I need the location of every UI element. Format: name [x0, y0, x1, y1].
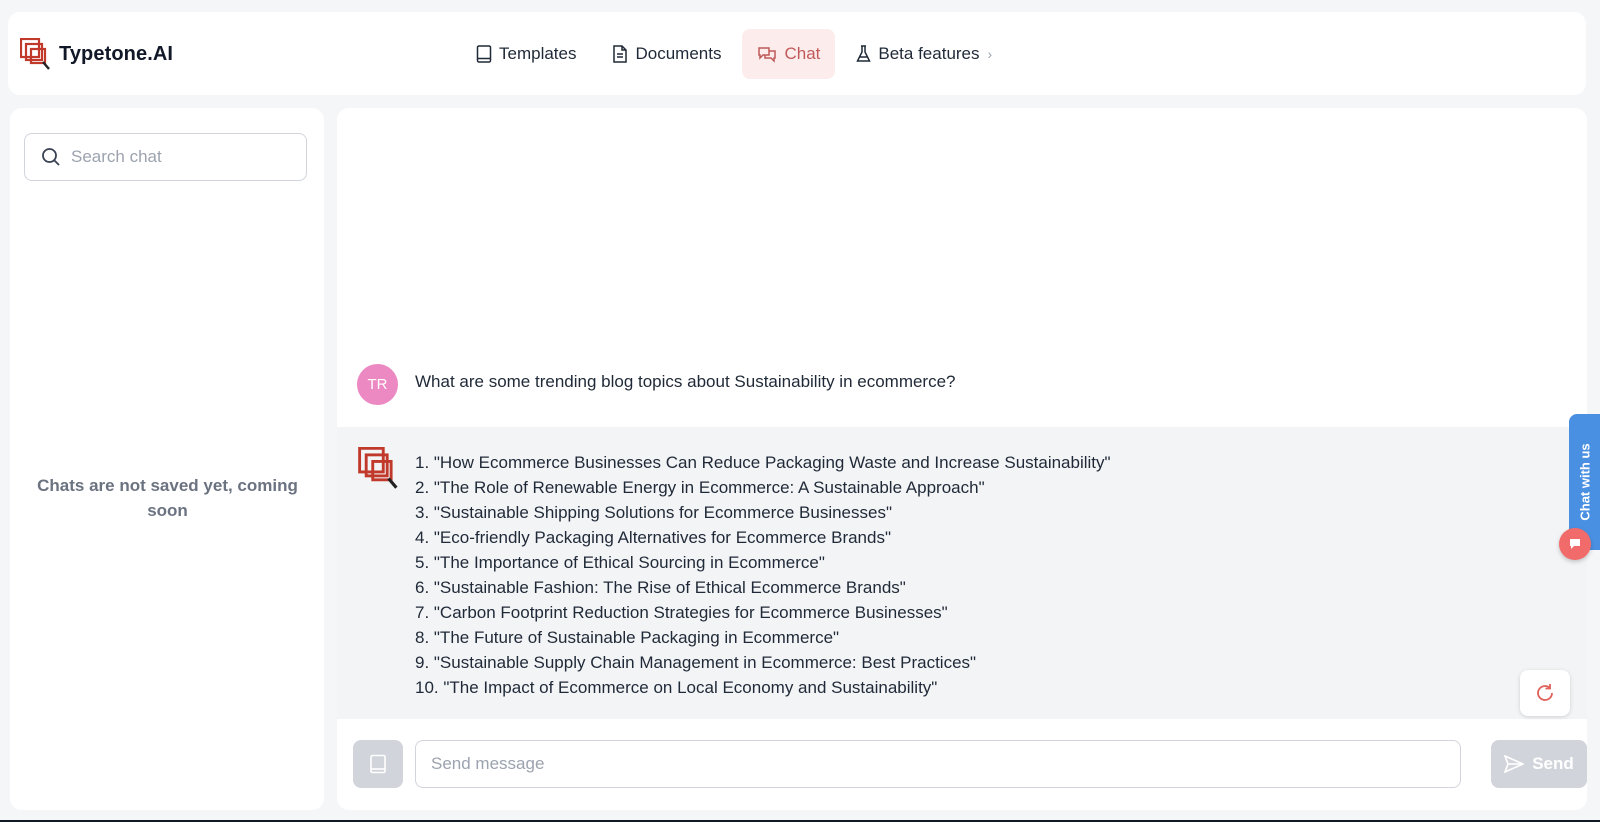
chevron-right-icon: ›	[987, 46, 993, 62]
list-item: 2. "The Role of Renewable Energy in Ecom…	[415, 478, 985, 497]
send-icon	[1504, 755, 1525, 773]
list-item: 7. "Carbon Footprint Reduction Strategie…	[415, 603, 948, 622]
nav-templates-label: Templates	[499, 44, 577, 63]
document-icon	[613, 45, 628, 63]
user-message-text: What are some trending blog topics about…	[415, 372, 956, 391]
search-icon	[42, 148, 60, 166]
search-box[interactable]	[24, 133, 307, 181]
nav-documents[interactable]: Documents	[597, 29, 736, 79]
search-input[interactable]	[71, 147, 281, 167]
chats-empty-note: Chats are not saved yet, coming soon	[37, 476, 298, 520]
list-item: 8. "The Future of Sustainable Packaging …	[415, 628, 840, 647]
assistant-topic-list: 1. "How Ecommerce Businesses Can Reduce …	[415, 450, 1111, 700]
chat-with-us-label: Chat with us	[1577, 443, 1592, 521]
template-picker-button[interactable]	[353, 740, 403, 788]
chat-icon	[758, 47, 777, 63]
nav-templates[interactable]: Templates	[461, 29, 591, 79]
brand-name: Typetone.AI	[59, 42, 174, 65]
list-item: 4. "Eco-friendly Packaging Alternatives …	[415, 528, 891, 547]
send-button-label: Send	[1532, 754, 1574, 773]
nav-documents-label: Documents	[635, 44, 722, 63]
nav-chat[interactable]: Chat	[742, 29, 836, 79]
nav-chat-label: Chat	[784, 44, 821, 63]
book-icon	[476, 45, 492, 63]
main-nav: Templates Documents Chat Beta features ›	[461, 29, 1013, 79]
typetone-logo-icon	[20, 38, 50, 70]
top-header: Typetone.AI Templates Documents Chat Bet…	[8, 12, 1586, 95]
assistant-message: 1. "How Ecommerce Businesses Can Reduce …	[337, 427, 1587, 719]
regenerate-button[interactable]	[1520, 670, 1570, 716]
list-item: 1. "How Ecommerce Businesses Can Reduce …	[415, 453, 1111, 472]
list-item: 6. "Sustainable Fashion: The Rise of Eth…	[415, 578, 906, 597]
assistant-logo-icon	[358, 447, 398, 489]
support-chat-bubble[interactable]	[1559, 528, 1591, 560]
flask-icon	[856, 45, 872, 62]
nav-beta-features-label: Beta features	[878, 44, 980, 63]
user-avatar: TR	[357, 364, 398, 405]
chat-panel: TR What are some trending blog topics ab…	[337, 108, 1587, 810]
refresh-icon	[1537, 684, 1553, 701]
message-input[interactable]	[415, 740, 1461, 788]
list-item: 10. "The Impact of Ecommerce on Local Ec…	[415, 678, 938, 697]
nav-beta-features[interactable]: Beta features ›	[841, 29, 1007, 79]
chat-sidebar: Chats are not saved yet, coming soon	[10, 108, 324, 810]
message-bubble-icon	[1570, 539, 1580, 549]
list-item: 3. "Sustainable Shipping Solutions for E…	[415, 503, 892, 522]
book-icon	[370, 754, 386, 774]
list-item: 9. "Sustainable Supply Chain Management …	[415, 653, 977, 672]
message-composer: Send	[353, 740, 1587, 790]
user-message: TR What are some trending blog topics ab…	[357, 364, 956, 405]
list-item: 5. "The Importance of Ethical Sourcing i…	[415, 553, 825, 572]
send-button[interactable]: Send	[1491, 740, 1587, 788]
brand[interactable]: Typetone.AI	[20, 38, 173, 70]
